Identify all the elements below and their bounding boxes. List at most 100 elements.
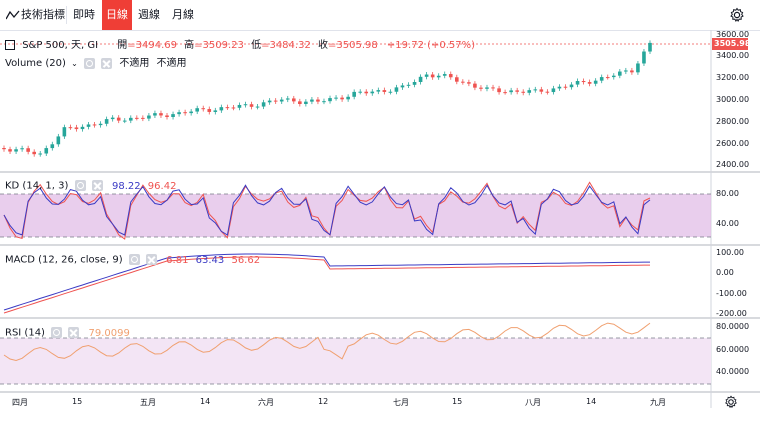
candle-body bbox=[648, 42, 652, 52]
open-value: =3494.69 bbox=[127, 40, 177, 51]
macd-tick: -100.00 bbox=[716, 289, 747, 298]
top-toolbar: 技術指標 即時 日線 週線 月線 bbox=[0, 0, 760, 31]
rsi-legend: RSI (14) 79.0099 bbox=[5, 327, 130, 339]
price-tick: 3200.00 bbox=[716, 73, 750, 82]
macd-legend: MACD (12, 26, close, 9) 6.81 63.43 56.62 bbox=[5, 254, 260, 266]
rsi-tick: 40.0000 bbox=[716, 367, 750, 376]
candle-body bbox=[503, 92, 507, 94]
candle-body bbox=[340, 97, 344, 100]
tab-monthly[interactable]: 月線 bbox=[170, 0, 196, 30]
candle-body bbox=[50, 144, 55, 149]
visibility-eye-icon[interactable] bbox=[128, 254, 140, 265]
visibility-eye-icon[interactable] bbox=[51, 327, 63, 338]
candle-body bbox=[581, 81, 586, 83]
last-price-value: 3505.98 bbox=[714, 39, 751, 48]
candle-body bbox=[575, 81, 580, 85]
chart-area[interactable] bbox=[0, 30, 760, 424]
candle-body bbox=[8, 149, 12, 152]
candle-body bbox=[448, 74, 453, 78]
candle-body bbox=[171, 114, 175, 118]
candle-body bbox=[44, 148, 49, 154]
candle-body bbox=[298, 101, 302, 104]
candle-body bbox=[207, 109, 212, 112]
candle-body bbox=[479, 87, 483, 89]
visibility-eye-icon[interactable] bbox=[83, 57, 95, 69]
time-axis-label: 六月 bbox=[258, 398, 274, 407]
price-tick: 2800.00 bbox=[716, 117, 750, 126]
kd-tick: 80.00 bbox=[716, 189, 739, 198]
close-icon[interactable] bbox=[68, 327, 80, 338]
rsi-label[interactable]: RSI (14) bbox=[5, 328, 45, 339]
candle-body bbox=[92, 124, 97, 126]
candle-body bbox=[135, 117, 139, 119]
candle-body bbox=[624, 70, 628, 72]
tab-realtime[interactable]: 即時 bbox=[71, 0, 97, 30]
tab-weekly[interactable]: 週線 bbox=[136, 0, 162, 30]
main-legend: S&P 500, 天, GI 開=3494.69 高=3509.23 低=348… bbox=[5, 36, 475, 51]
candle-body bbox=[642, 51, 646, 64]
candle-body bbox=[316, 99, 320, 102]
candle-body bbox=[461, 81, 465, 83]
candle-body bbox=[261, 102, 266, 107]
candle-body bbox=[32, 151, 36, 155]
rsi-band bbox=[0, 338, 711, 384]
close-icon[interactable] bbox=[91, 180, 103, 191]
time-axis-label: 15 bbox=[72, 397, 83, 406]
volume-label[interactable]: Volume (20) bbox=[5, 58, 66, 69]
rsi-value: 79.0099 bbox=[88, 327, 130, 339]
candle-body bbox=[358, 91, 363, 93]
rsi-tick: 60.0000 bbox=[716, 345, 750, 354]
candle-body bbox=[273, 100, 278, 102]
macd-line-value: 63.43 bbox=[195, 254, 225, 266]
price-tick: 2400.00 bbox=[716, 160, 750, 169]
candle-body bbox=[394, 87, 399, 92]
volume-na-1: 不適用 bbox=[119, 58, 150, 69]
candle-body bbox=[569, 84, 574, 88]
close-icon[interactable] bbox=[101, 57, 113, 69]
close-label: 收 bbox=[318, 40, 328, 51]
candle-body bbox=[630, 70, 634, 73]
toolbar-divider bbox=[66, 6, 67, 24]
visibility-eye-icon[interactable] bbox=[74, 180, 86, 191]
candle-body bbox=[159, 113, 163, 116]
candle-body bbox=[128, 117, 133, 121]
open-label: 開 bbox=[117, 40, 128, 51]
candle-body bbox=[14, 149, 18, 152]
close-icon[interactable] bbox=[145, 254, 157, 265]
tab-daily[interactable]: 日線 bbox=[102, 0, 132, 30]
candle-body bbox=[430, 74, 435, 78]
candle-body bbox=[189, 111, 193, 114]
candle-body bbox=[424, 74, 429, 77]
candle-body bbox=[370, 91, 375, 94]
chevron-down-icon[interactable]: ⌄ bbox=[71, 59, 78, 68]
candle-body bbox=[557, 86, 562, 89]
settings-gear-icon[interactable] bbox=[729, 7, 745, 23]
macd-label[interactable]: MACD (12, 26, close, 9) bbox=[5, 255, 123, 266]
time-axis-label: 14 bbox=[200, 397, 211, 406]
candle-body bbox=[521, 91, 526, 93]
candle-body bbox=[56, 136, 61, 145]
kd-k-value: 98.22 bbox=[111, 180, 141, 192]
candle-body bbox=[38, 153, 43, 155]
candle-body bbox=[26, 148, 30, 152]
candle-body bbox=[527, 90, 532, 93]
kd-label[interactable]: KD (14, 1, 3) bbox=[5, 181, 68, 192]
candle-body bbox=[98, 123, 103, 126]
settings-gear-icon[interactable] bbox=[724, 394, 738, 409]
collapse-icon[interactable] bbox=[5, 40, 15, 50]
candle-body bbox=[382, 90, 387, 92]
close-value: =3505.98 bbox=[328, 40, 378, 51]
time-axis-label: 四月 bbox=[12, 398, 28, 407]
kd-tick: 40.00 bbox=[716, 219, 739, 228]
candle-body bbox=[104, 119, 109, 124]
volume-legend: Volume (20) ⌄ 不適用 不適用 bbox=[5, 54, 187, 69]
candle-body bbox=[636, 63, 640, 73]
candle-body bbox=[243, 104, 248, 106]
symbol-label[interactable]: S&P 500, 天, GI bbox=[22, 40, 98, 51]
candle-body bbox=[539, 89, 544, 92]
candle-body bbox=[400, 85, 405, 88]
candle-body bbox=[304, 101, 308, 104]
time-axis-label: 15 bbox=[452, 397, 463, 406]
candle-body bbox=[334, 97, 338, 99]
candle-body bbox=[485, 87, 489, 89]
